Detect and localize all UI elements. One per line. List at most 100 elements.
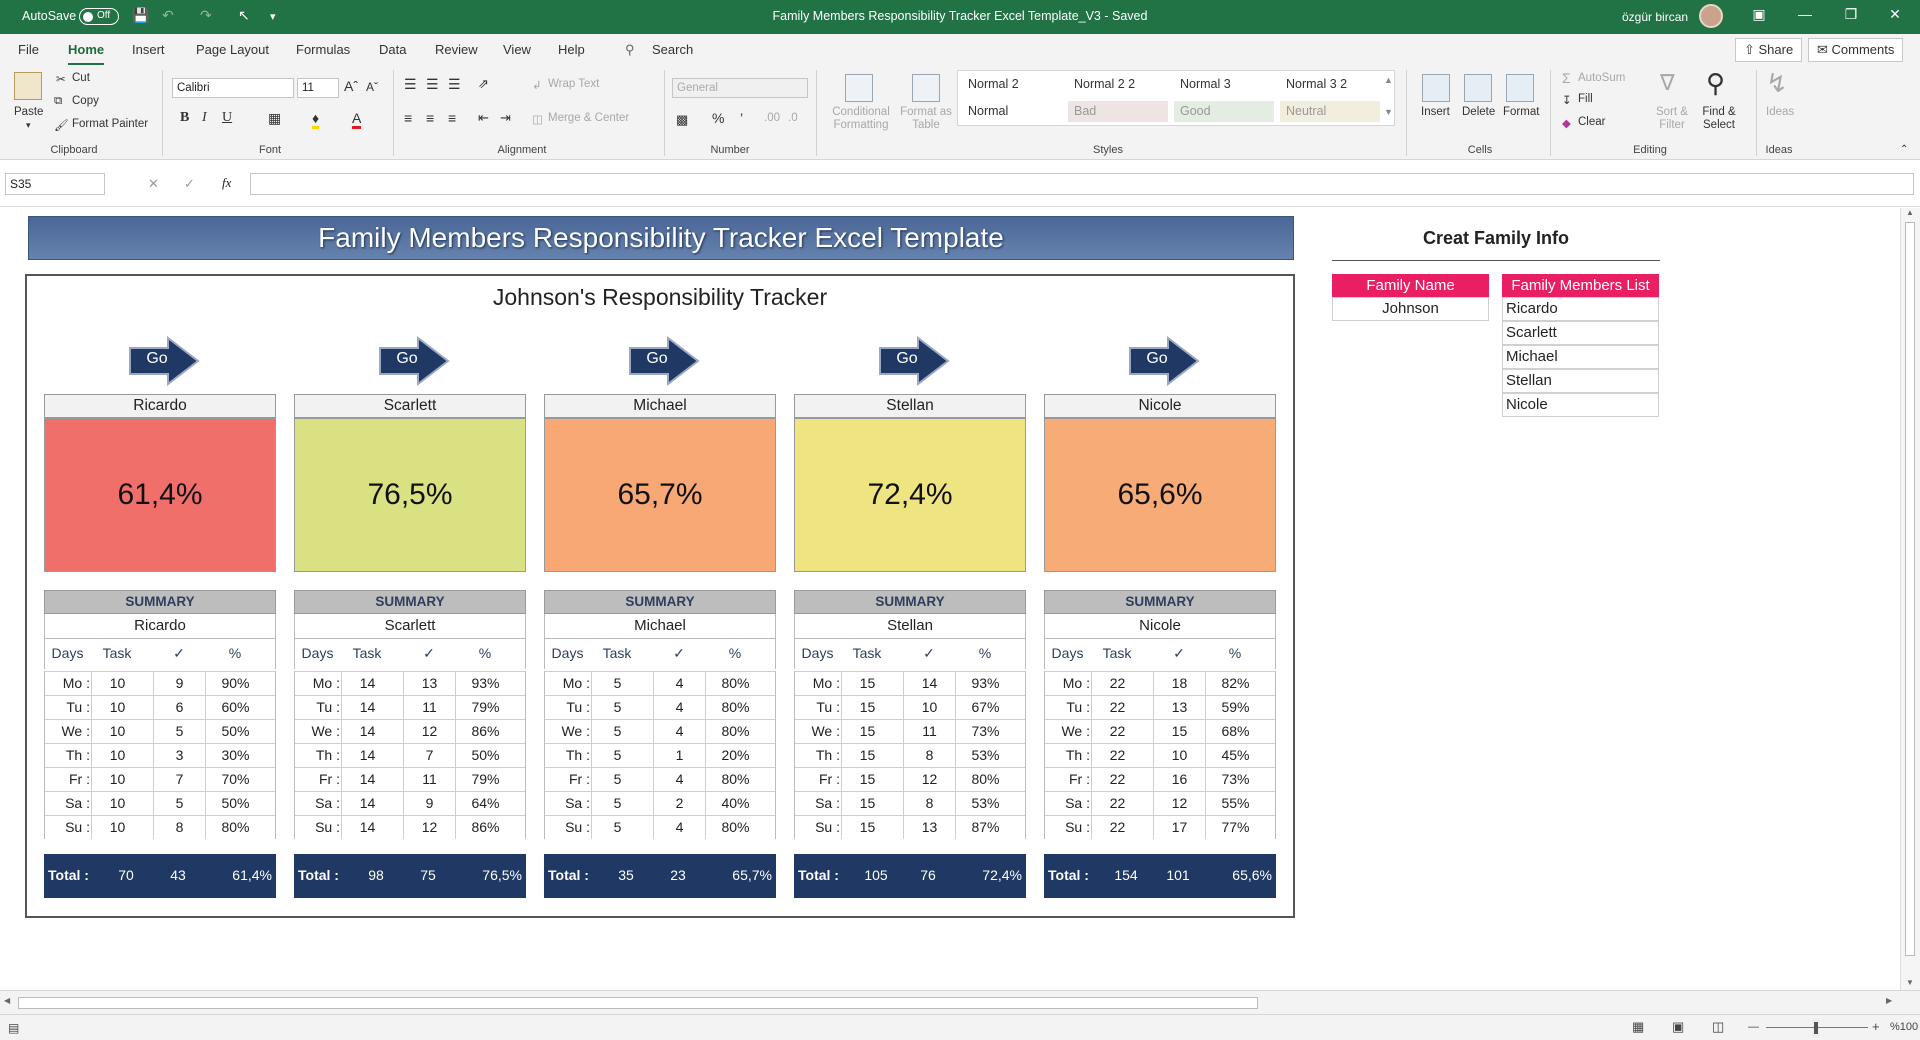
family-name-cell[interactable]: Johnson [1332,297,1489,321]
tab-insert[interactable]: Insert [132,42,165,57]
horizontal-scroll-thumb[interactable] [18,997,1258,1009]
tab-review[interactable]: Review [435,42,478,57]
align-center-icon[interactable]: ≡ [426,110,434,126]
conditional-formatting-button[interactable]: Conditional Formatting [826,106,896,132]
name-box[interactable]: S35 [5,173,105,195]
accounting-format-icon[interactable]: ▩ [676,112,688,128]
conditional-formatting-icon[interactable] [845,74,873,102]
copy-button[interactable]: Copy [72,95,99,107]
fill-icon[interactable]: ↧ [1562,93,1572,107]
italic-icon[interactable]: I [202,110,207,126]
fill-color-icon[interactable]: ♦ [312,110,320,129]
style-normal-2[interactable]: Normal 2 [962,74,1062,95]
align-right-icon[interactable]: ≡ [448,110,456,126]
vertical-scroll-thumb[interactable] [1905,222,1915,956]
paste-dropdown-icon[interactable]: ▾ [26,120,31,131]
cut-button[interactable]: Cut [72,72,90,84]
style-normal-2-2[interactable]: Normal 2 2 [1068,74,1168,95]
font-color-icon[interactable]: A [352,110,362,129]
shrink-font-icon[interactable]: Aˇ [366,80,378,94]
align-left-icon[interactable]: ≡ [404,110,412,126]
clear-button[interactable]: Clear [1578,116,1605,128]
tab-data[interactable]: Data [379,42,406,57]
page-break-view-icon[interactable]: ◫ [1712,1019,1724,1035]
user-name[interactable]: özgür bircan [1622,10,1688,24]
underline-icon[interactable]: U [222,110,232,126]
format-cells-icon[interactable] [1506,74,1534,102]
family-member-cell[interactable]: Stellan [1502,369,1659,393]
tab-file[interactable]: File [18,42,39,57]
gallery-scroll-up-icon[interactable]: ▲ [1384,75,1393,85]
minimize-icon[interactable]: — [1790,6,1820,22]
tab-page-layout[interactable]: Page Layout [196,42,269,57]
merge-center-button[interactable]: Merge & Center [548,112,629,124]
tab-formulas[interactable]: Formulas [296,42,350,57]
style-good[interactable]: Good [1174,101,1274,122]
formula-input[interactable] [250,173,1914,195]
page-layout-view-icon[interactable]: ▣ [1672,1019,1684,1035]
grow-font-icon[interactable]: Aˆ [344,78,358,94]
family-member-cell[interactable]: Ricardo [1502,297,1659,321]
family-member-cell[interactable]: Scarlett [1502,321,1659,345]
search-box[interactable]: Search [652,42,693,57]
enter-icon[interactable]: ✓ [184,176,195,192]
align-top-icon[interactable]: ☰ [404,76,417,93]
comma-style-icon[interactable]: ’ [740,110,743,126]
style-normal-3[interactable]: Normal 3 [1174,74,1274,95]
decrease-decimal-icon[interactable]: .0 [788,112,798,124]
wrap-text-icon[interactable]: ↲ [532,78,542,92]
format-painter-icon[interactable]: 🖌 [54,118,69,132]
paste-button[interactable]: Paste [14,106,43,118]
find-select-icon[interactable]: ⚲ [1706,68,1725,99]
autosum-icon[interactable]: Σ [1562,70,1571,86]
share-button[interactable]: ⇧ Share [1735,38,1803,62]
align-middle-icon[interactable]: ☰ [426,76,439,93]
font-size-combo[interactable]: 11 [297,78,339,98]
decrease-indent-icon[interactable]: ⇤ [478,110,489,126]
cancel-icon[interactable]: ✕ [148,176,159,192]
ribbon-display-icon[interactable]: ▣ [1744,6,1774,23]
restore-icon[interactable]: ❐ [1836,6,1866,23]
scroll-up-icon[interactable]: ▲ [1906,208,1914,217]
increase-decimal-icon[interactable]: .00 [764,112,780,124]
scroll-left-icon[interactable]: ◀ [4,996,10,1005]
close-icon[interactable]: ✕ [1880,6,1910,23]
sort-filter-icon[interactable]: ∇ [1660,70,1675,96]
ideas-button[interactable]: Ideas [1766,106,1794,118]
autosum-button[interactable]: AutoSum [1578,72,1625,84]
delete-cells-icon[interactable] [1464,74,1492,102]
merge-center-icon[interactable]: ◫ [532,112,543,126]
tab-help[interactable]: Help [558,42,585,57]
scroll-right-icon[interactable]: ▶ [1886,996,1892,1005]
tab-home[interactable]: Home [68,42,105,65]
zoom-slider-thumb[interactable] [1814,1022,1818,1034]
collapse-ribbon-icon[interactable]: ⌃ [1900,144,1908,155]
cut-icon[interactable]: ✂ [56,72,66,86]
scroll-down-icon[interactable]: ▼ [1906,978,1914,987]
find-select-button[interactable]: Find & Select [1694,106,1744,132]
font-name-combo[interactable]: Calibri [172,78,294,98]
horizontal-scrollbar[interactable]: ◀ ▶ [0,990,1920,1014]
number-format-combo[interactable]: General [672,78,808,98]
format-as-table-icon[interactable] [912,74,940,102]
style-neutral[interactable]: Neutral [1280,101,1380,122]
gallery-scroll-down-icon[interactable]: ▼ [1384,107,1393,117]
worksheet[interactable]: Family Members Responsibility Tracker Ex… [0,208,1900,990]
format-as-table-button[interactable]: Format as Table [896,106,956,132]
copy-icon[interactable]: ⧉ [54,95,62,108]
paste-icon[interactable] [14,72,42,100]
format-painter-button[interactable]: Format Painter [72,118,148,130]
delete-cells-button[interactable]: Delete [1462,106,1495,118]
orientation-icon[interactable]: ⇗ [478,76,489,92]
macro-record-icon[interactable]: ▤ [8,1021,19,1035]
bold-icon[interactable]: B [180,110,189,126]
clear-icon[interactable]: ◆ [1562,116,1571,130]
avatar[interactable] [1699,4,1723,28]
comments-button[interactable]: ✉ Comments [1808,38,1904,62]
zoom-out-icon[interactable]: — [1748,1021,1759,1033]
style-normal-3-2[interactable]: Normal 3 2 [1280,74,1380,95]
family-member-cell[interactable]: Michael [1502,345,1659,369]
wrap-text-button[interactable]: Wrap Text [548,78,599,90]
search-icon[interactable]: ⚲ [625,42,635,58]
ideas-icon[interactable]: ↯ [1766,68,1788,99]
